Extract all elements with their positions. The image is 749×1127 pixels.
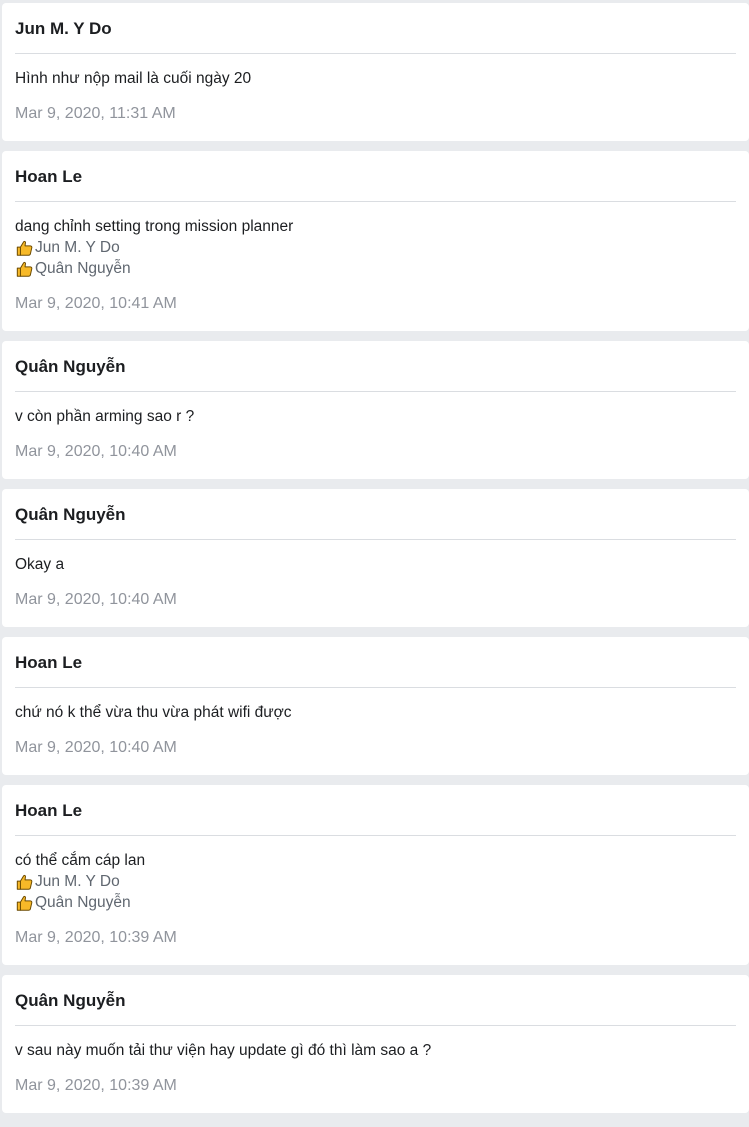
post-body: dang chỉnh setting trong mission planner… xyxy=(15,202,736,331)
post-author[interactable]: Quân Nguyễn xyxy=(15,503,126,525)
post-author[interactable]: Hoan Le xyxy=(15,165,82,187)
thumbs-up-icon xyxy=(16,895,33,911)
thumbs-up-icon xyxy=(16,261,33,277)
post-timestamp[interactable]: Mar 9, 2020, 10:40 AM xyxy=(15,590,736,627)
post-timestamp[interactable]: Mar 9, 2020, 10:40 AM xyxy=(15,738,736,775)
post-message: Hình như nộp mail là cuối ngày 20 xyxy=(15,70,252,87)
post-body: Okay a Mar 9, 2020, 10:40 AM xyxy=(15,540,736,627)
reaction-user-name[interactable]: Quân Nguyễn xyxy=(35,892,131,913)
post-card: Jun M. Y Do Hình như nộp mail là cuối ng… xyxy=(2,3,749,141)
reaction-item: Quân Nguyễn xyxy=(15,892,736,913)
post-body: v sau này muốn tải thư viện hay update g… xyxy=(15,1026,736,1113)
post-message: dang chỉnh setting trong mission planner xyxy=(15,218,294,235)
post-header: Hoan Le xyxy=(15,785,736,836)
post-card: Quân Nguyễn v còn phần arming sao r ? Ma… xyxy=(2,341,749,479)
post-card: Quân Nguyễn Okay a Mar 9, 2020, 10:40 AM xyxy=(2,489,749,627)
post-timestamp[interactable]: Mar 9, 2020, 10:39 AM xyxy=(15,928,736,965)
post-message: v sau này muốn tải thư viện hay update g… xyxy=(15,1042,432,1059)
reaction-user-name[interactable]: Jun M. Y Do xyxy=(35,237,120,258)
reaction-item: Quân Nguyễn xyxy=(15,258,736,279)
post-timestamp[interactable]: Mar 9, 2020, 11:31 AM xyxy=(15,104,736,141)
post-message: Okay a xyxy=(15,556,65,573)
post-header: Hoan Le xyxy=(15,637,736,688)
post-body: có thể cắm cáp lan Jun M. Y Do Quân Nguy… xyxy=(15,836,736,965)
post-message: v còn phần arming sao r ? xyxy=(15,408,195,425)
post-message: có thể cắm cáp lan xyxy=(15,852,146,869)
reaction-item: Jun M. Y Do xyxy=(15,871,736,892)
post-header: Hoan Le xyxy=(15,151,736,202)
post-author[interactable]: Quân Nguyễn xyxy=(15,989,126,1011)
reaction-user-name[interactable]: Quân Nguyễn xyxy=(35,258,131,279)
post-header: Jun M. Y Do xyxy=(15,3,736,54)
post-header: Quân Nguyễn xyxy=(15,489,736,540)
post-timestamp[interactable]: Mar 9, 2020, 10:41 AM xyxy=(15,294,736,331)
thumbs-up-icon xyxy=(16,240,33,256)
post-author[interactable]: Hoan Le xyxy=(15,799,82,821)
post-author[interactable]: Quân Nguyễn xyxy=(15,355,126,377)
post-card: Hoan Le chứ nó k thể vừa thu vừa phát wi… xyxy=(2,637,749,775)
reaction-item: Jun M. Y Do xyxy=(15,237,736,258)
post-author[interactable]: Jun M. Y Do xyxy=(15,17,112,39)
reaction-list: Jun M. Y Do Quân Nguyễn xyxy=(15,237,736,279)
post-header: Quân Nguyễn xyxy=(15,341,736,392)
post-body: chứ nó k thể vừa thu vừa phát wifi được … xyxy=(15,688,736,775)
post-body: v còn phần arming sao r ? Mar 9, 2020, 1… xyxy=(15,392,736,479)
post-card: Hoan Le có thể cắm cáp lan Jun M. Y Do Q… xyxy=(2,785,749,965)
post-header: Quân Nguyễn xyxy=(15,975,736,1026)
reaction-list: Jun M. Y Do Quân Nguyễn xyxy=(15,871,736,913)
post-timestamp[interactable]: Mar 9, 2020, 10:39 AM xyxy=(15,1076,736,1113)
post-body: Hình như nộp mail là cuối ngày 20 Mar 9,… xyxy=(15,54,736,141)
post-card: Hoan Le dang chỉnh setting trong mission… xyxy=(2,151,749,331)
post-feed: Jun M. Y Do Hình như nộp mail là cuối ng… xyxy=(0,0,749,1113)
post-card: Quân Nguyễn v sau này muốn tải thư viện … xyxy=(2,975,749,1113)
thumbs-up-icon xyxy=(16,874,33,890)
post-message: chứ nó k thể vừa thu vừa phát wifi được xyxy=(15,704,292,721)
post-author[interactable]: Hoan Le xyxy=(15,651,82,673)
post-timestamp[interactable]: Mar 9, 2020, 10:40 AM xyxy=(15,442,736,479)
reaction-user-name[interactable]: Jun M. Y Do xyxy=(35,871,120,892)
